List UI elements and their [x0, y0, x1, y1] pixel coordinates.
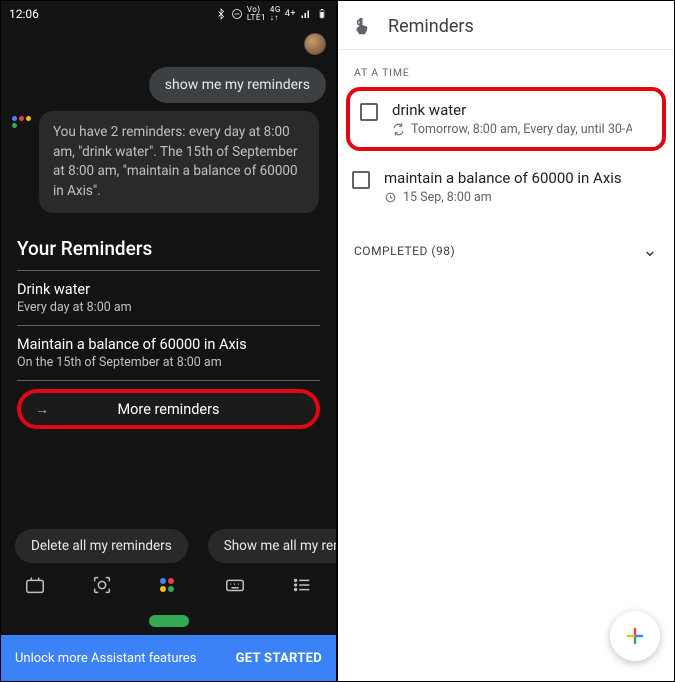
keyboard-icon[interactable]	[221, 573, 249, 597]
call-pill-icon[interactable]	[149, 615, 189, 627]
page-title: Reminders	[388, 16, 474, 37]
promo-text: Unlock more Assistant features	[15, 651, 196, 666]
reminder-subtitle: Every day at 8:00 am	[17, 300, 320, 315]
reminder-title: maintain a balance of 60000 in Axis	[384, 169, 622, 187]
add-reminder-fab[interactable]	[610, 611, 660, 661]
explore-icon[interactable]	[21, 573, 49, 597]
status-time: 12:06	[9, 7, 39, 21]
plus-icon	[623, 624, 647, 648]
arrow-right-icon: →	[35, 401, 49, 418]
reminder-title: Drink water	[17, 281, 320, 298]
assistant-logo-icon	[11, 115, 33, 129]
reminder-item[interactable]: Maintain a balance of 60000 in Axis On t…	[17, 334, 320, 380]
avatar[interactable]	[304, 33, 326, 55]
more-reminders-label: More reminders	[118, 401, 220, 418]
reminders-app-screen: Reminders AT A TIME drink water Tomorrow…	[338, 1, 674, 681]
dnd-icon	[231, 8, 243, 20]
reminder-subtitle: On the 15th of September at 8:00 am	[17, 355, 320, 370]
user-message: show me my reminders	[149, 67, 326, 103]
assistant-message: You have 2 reminders: every day at 8:00 …	[39, 111, 319, 213]
reminder-title: Maintain a balance of 60000 in Axis	[17, 336, 320, 353]
repeat-icon	[392, 123, 405, 136]
reminder-finger-icon	[352, 15, 374, 37]
reminder-subtitle: 15 Sep, 8:00 am	[403, 190, 492, 205]
more-reminders-button[interactable]: → More reminders	[17, 389, 320, 429]
reminders-header: Reminders	[338, 1, 674, 50]
chip-delete-reminders[interactable]: Delete all my reminders	[15, 529, 188, 563]
promo-banner[interactable]: Unlock more Assistant features GET START…	[1, 635, 336, 681]
battery-icon	[316, 8, 328, 20]
bluetooth-icon	[215, 8, 227, 20]
divider	[17, 325, 320, 326]
list-icon[interactable]	[288, 573, 316, 597]
status-indicators: Vo)LTE1 4G↓↑ 4+	[215, 6, 328, 22]
section-label: AT A TIME	[338, 50, 674, 87]
assistant-toolbar	[1, 563, 336, 605]
checkbox[interactable]	[352, 171, 370, 189]
assistant-icon[interactable]	[155, 573, 183, 597]
reminder-title: drink water	[392, 101, 632, 119]
reminder-subtitle: Tomorrow, 8:00 am, Every day, until 30-A…	[411, 122, 632, 137]
suggestion-chips: Delete all my reminders Show me all my r…	[1, 529, 336, 563]
reminder-row-drink-water[interactable]: drink water Tomorrow, 8:00 am, Every day…	[346, 87, 666, 151]
reminder-row-balance[interactable]: maintain a balance of 60000 in Axis 15 S…	[338, 157, 674, 217]
reminder-item[interactable]: Drink water Every day at 8:00 am	[17, 279, 320, 325]
clock-icon	[384, 191, 397, 204]
lens-icon[interactable]	[88, 573, 116, 597]
checkbox[interactable]	[360, 103, 378, 121]
divider	[17, 380, 320, 381]
chat-area: show me my reminders You have 2 reminder…	[1, 27, 336, 223]
card-title: Your Reminders	[17, 231, 320, 270]
signal-icon	[300, 8, 312, 20]
status-bar: 12:06 Vo)LTE1 4G↓↑ 4+	[1, 1, 336, 27]
divider	[17, 270, 320, 271]
promo-cta-button[interactable]: GET STARTED	[236, 651, 322, 666]
assistant-screen: 12:06 Vo)LTE1 4G↓↑ 4+ show me my reminde…	[1, 1, 338, 681]
chip-show-reminders[interactable]: Show me all my rem	[208, 529, 336, 563]
reminders-card: Your Reminders Drink water Every day at …	[11, 223, 326, 439]
completed-label: COMPLETED (98)	[354, 244, 455, 258]
chevron-down-icon: ⌄	[642, 240, 658, 261]
completed-section-toggle[interactable]: COMPLETED (98) ⌄	[338, 223, 674, 277]
